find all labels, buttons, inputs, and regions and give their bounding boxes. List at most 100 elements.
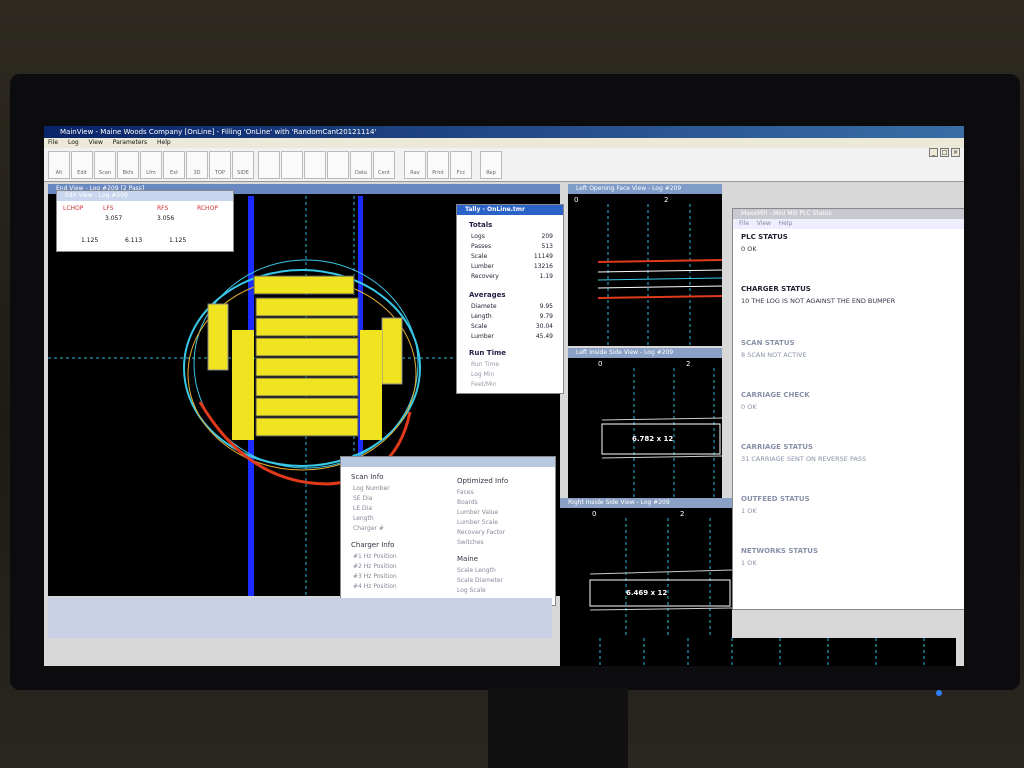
menu-help[interactable]: Help xyxy=(157,139,171,146)
charger-status-heading: CHARGER STATUS xyxy=(741,285,811,293)
face-red-line xyxy=(597,259,722,263)
toolbar-button-alt[interactable]: Alt xyxy=(48,151,70,179)
left-flitch xyxy=(232,330,254,440)
tally-label: Passes xyxy=(471,243,492,250)
tally-window[interactable]: Tally - OnLine.tmr Totals Logs 209 Passe… xyxy=(456,204,564,394)
tally-value: 1.19 xyxy=(539,273,553,280)
charger-info-label: #4 Hz Position xyxy=(353,583,397,590)
optimized-info-label: Lumber Value xyxy=(457,509,499,516)
power-led xyxy=(936,690,942,696)
board xyxy=(255,297,359,317)
toolbar-button-data[interactable]: Data xyxy=(350,151,372,179)
scan-info-label: Charger # xyxy=(353,525,384,532)
edit-view-title: Edit View - Log #209 xyxy=(57,191,233,201)
scan-info-label: LE Dia xyxy=(353,505,373,512)
app-title-bar: MainView - Maine Woods Company [OnLine] … xyxy=(44,126,964,138)
face-cyan-line xyxy=(597,277,722,281)
tally-averages-heading: Averages xyxy=(469,291,506,299)
toolbar-button-rep[interactable]: Rep xyxy=(480,151,502,179)
maine-label: Log Scale xyxy=(457,587,486,594)
optimized-info-heading: Optimized Info xyxy=(457,477,509,485)
menu-file[interactable]: File xyxy=(48,139,58,146)
plc-menu-file[interactable]: File xyxy=(739,220,749,227)
board xyxy=(253,275,355,295)
lcd-value-center: 6.113 xyxy=(125,237,143,244)
left-side-view-panel: Left Inside Side View - Log #209 0 2 6.7… xyxy=(568,348,722,498)
lcd-value-right: 1.125 xyxy=(169,237,187,244)
tally-label: Log Min xyxy=(471,371,495,378)
tally-label: Scale xyxy=(471,323,488,330)
toolbar-button-3d[interactable]: 3D xyxy=(186,151,208,179)
scan-status-heading: SCAN STATUS xyxy=(741,339,795,347)
plc-status-window[interactable]: MaxxMill - Mini Mill PLC Status File Vie… xyxy=(732,208,964,610)
toolbar-button-9[interactable] xyxy=(258,151,280,179)
outline-line xyxy=(601,455,722,459)
left-side-board-label: 6.782 x 12 xyxy=(632,435,674,443)
toolbar-button-10[interactable] xyxy=(281,151,303,179)
toolbar-button-12[interactable] xyxy=(327,151,349,179)
lcd-header-lchop: LCHOP xyxy=(63,205,84,212)
edit-view-window[interactable]: Edit View - Log #209 LCHOP LFS RFS RCHOP… xyxy=(56,190,234,252)
optimized-info-label: Recovery Factor xyxy=(457,529,506,536)
toolbar: Alt Edit Scan Bkfs Lfm Ext 3D TOP SIDE D… xyxy=(44,148,964,182)
plc-menu-view[interactable]: View xyxy=(757,220,771,227)
optimized-info-label: Lumber Scale xyxy=(457,519,498,526)
board xyxy=(255,357,359,377)
tally-totals-heading: Totals xyxy=(469,221,493,229)
optimized-info-label: Boards xyxy=(457,499,478,506)
optimized-info-label: Switches xyxy=(457,539,484,546)
menu-log[interactable]: Log xyxy=(68,139,79,146)
toolbar-button-top[interactable]: TOP xyxy=(209,151,231,179)
plc-menu-help[interactable]: Help xyxy=(779,220,793,227)
maximize-button[interactable]: □ xyxy=(940,148,949,157)
toolbar-button-bkfs[interactable]: Bkfs xyxy=(117,151,139,179)
toolbar-button-side[interactable]: SIDE xyxy=(232,151,254,179)
networks-status-heading: NETWORKS STATUS xyxy=(741,547,819,555)
board xyxy=(255,377,359,397)
board xyxy=(255,317,359,337)
toolbar-button-ext[interactable]: Ext xyxy=(163,151,185,179)
close-button[interactable]: × xyxy=(951,148,960,157)
scan-info-window[interactable]: Scan Info Log Number SE Dia LE Dia Lengt… xyxy=(340,456,556,606)
tally-label: Recovery xyxy=(471,273,499,280)
carriage-check-value: 0 OK xyxy=(741,403,757,411)
maine-label: Scale Diameter xyxy=(457,577,504,584)
charger-info-label: #3 Hz Position xyxy=(353,573,397,580)
minimize-button[interactable]: _ xyxy=(929,148,938,157)
toolbar-button-cent[interactable]: Cent xyxy=(373,151,395,179)
tally-label: Logs xyxy=(471,233,485,240)
right-side-board-label: 6.469 x 12 xyxy=(626,589,668,597)
bottom-strip-graphic xyxy=(599,638,925,666)
toolbar-button-edit[interactable]: Edit xyxy=(71,151,93,179)
lcd-header-lfs: LFS xyxy=(103,205,114,212)
menu-view[interactable]: View xyxy=(89,139,103,146)
tally-title: Tally - OnLine.tmr xyxy=(457,205,563,215)
right-flitch xyxy=(360,330,382,440)
board xyxy=(255,337,359,357)
toolbar-button-rav[interactable]: Rav xyxy=(404,151,426,179)
charger-info-heading: Charger Info xyxy=(351,541,395,549)
toolbar-button-print[interactable]: Print xyxy=(427,151,449,179)
lcd-value-lfs: 3.057 xyxy=(105,215,123,222)
maine-heading: Maine xyxy=(457,555,479,563)
carriage-check-heading: CARRIAGE CHECK xyxy=(741,391,810,399)
monitor-stand xyxy=(488,688,628,768)
toolbar-button-lfm[interactable]: Lfm xyxy=(140,151,162,179)
plc-status-title: MaxxMill - Mini Mill PLC Status xyxy=(733,209,964,219)
menu-parameters[interactable]: Parameters xyxy=(113,139,147,146)
tally-label: Feet/Min xyxy=(471,381,497,388)
tally-value: 9.95 xyxy=(539,303,553,310)
carriage-status-heading: CARRIAGE STATUS xyxy=(741,443,813,451)
tally-label: Lumber xyxy=(471,263,494,270)
right-side-view-graphic xyxy=(589,518,732,638)
scan-info-label: SE Dia xyxy=(353,495,373,502)
face-white-line xyxy=(597,269,722,273)
tally-runtime-heading: Run Time xyxy=(469,349,507,357)
charger-info-label: #1 Hz Position xyxy=(353,553,397,560)
toolbar-button-11[interactable] xyxy=(304,151,326,179)
outfeed-status-value: 1 OK xyxy=(741,507,757,515)
toolbar-button-scan[interactable]: Scan xyxy=(94,151,116,179)
toolbar-button-fcc[interactable]: Fcc xyxy=(450,151,472,179)
side-slab-left xyxy=(207,303,229,371)
carriage-status-value: 31 CARRIAGE SENT ON REVERSE PASS xyxy=(741,455,867,463)
